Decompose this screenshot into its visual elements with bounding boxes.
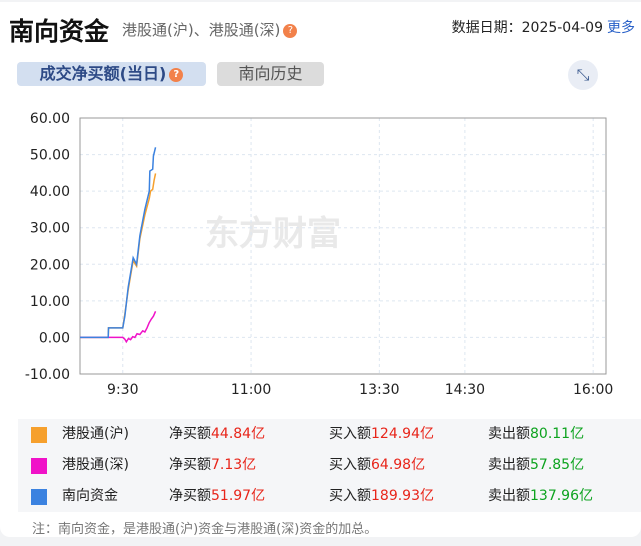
label: 卖出额 [488,488,530,504]
label: 净买额 [169,426,211,442]
line-chart: 东方财富 -10.00 0.00 10.00 20.00 30.00 40.00 50.00… [25,111,613,398]
legend-row: 港股通(沪) 净买额44.84亿 买入额124.94亿 卖出额80.11亿 [18,419,641,450]
x-tick-label: 11:00 [231,382,271,398]
label: 卖出额 [488,426,530,442]
net-buy: 净买额51.97亿 [169,481,265,512]
swatch [31,458,47,474]
value: 7.13亿 [211,457,257,473]
sell: 卖出额137.96亿 [488,481,593,512]
value: 124.94亿 [371,426,434,442]
series-line-港股通(沪) [80,173,157,339]
label: 净买额 [169,488,211,504]
series-name: 港股通(深) [62,457,129,473]
series-name: 南向资金 [62,488,118,504]
value: 44.84亿 [211,426,266,442]
x-tick-label: 13:30 [359,382,399,398]
buy: 买入额124.94亿 [329,419,434,450]
label: 买入额 [329,457,371,473]
value: 57.85亿 [530,457,585,473]
x-tick-label: 16:00 [573,382,613,398]
label: 买入额 [329,488,371,504]
sell: 卖出额80.11亿 [488,419,584,450]
value: 189.93亿 [371,488,434,504]
value: 137.96亿 [530,488,593,504]
series-line-南向资金 [80,147,157,339]
sell: 卖出额57.85亿 [488,450,584,481]
plot-frame [79,117,607,375]
series-name: 港股通(沪) [62,426,129,442]
swatch [31,489,47,505]
y-tick-label: 50.00 [30,148,70,164]
buy: 买入额189.93亿 [329,481,434,512]
label: 买入额 [329,426,371,442]
y-tick-label: -10.00 [25,367,70,383]
value: 51.97亿 [211,488,266,504]
label: 净买额 [169,457,211,473]
y-tick-label: 30.00 [30,221,70,237]
y-tick-label: 10.00 [30,294,70,310]
y-tick-label: 0.00 [39,330,70,346]
x-tick-label: 14:30 [445,382,485,398]
net-buy: 净买额7.13亿 [169,450,256,481]
y-tick-label: 60.00 [30,111,70,127]
footnote: 注：南向资金，是港股通(沪)资金与港股通(深)资金的加总。 [32,522,378,537]
legend-row: 南向资金 净买额51.97亿 买入额189.93亿 卖出额137.96亿 [18,481,641,512]
value: 64.98亿 [371,457,426,473]
net-buy: 净买额44.84亿 [169,419,265,450]
x-tick-label: 9:30 [107,382,138,398]
buy: 买入额64.98亿 [329,450,425,481]
legend-row: 港股通(深) 净买额7.13亿 买入额64.98亿 卖出额57.85亿 [18,450,641,481]
value: 80.11亿 [530,426,585,442]
label: 卖出额 [488,457,530,473]
swatch [31,427,47,443]
y-tick-label: 40.00 [30,184,70,200]
watermark: 东方财富 [205,214,341,254]
y-tick-label: 20.00 [30,257,70,273]
legend-table: 港股通(沪) 净买额44.84亿 买入额124.94亿 卖出额80.11亿 港股… [18,419,641,512]
